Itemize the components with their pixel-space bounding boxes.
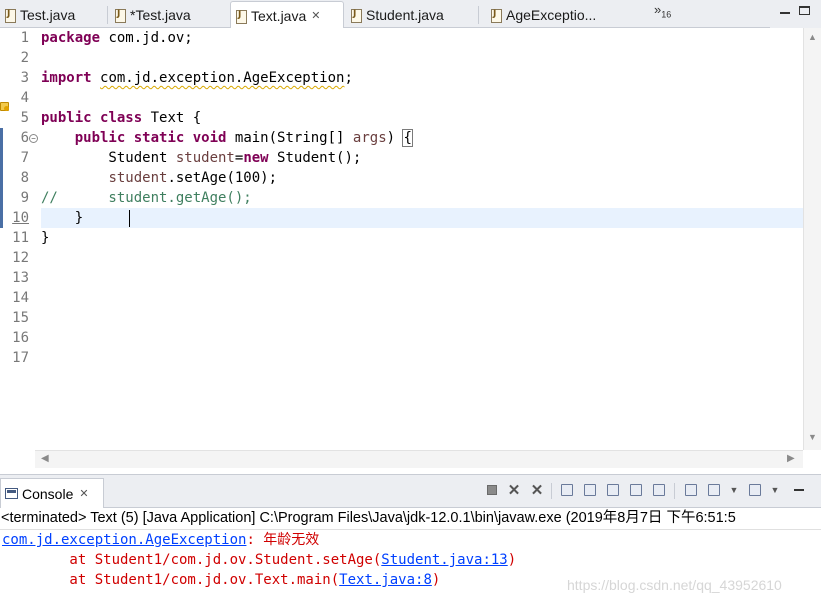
close-icon[interactable]: ✕ [79, 487, 88, 500]
tab-overflow-button[interactable]: »16 [654, 2, 671, 20]
exception-class-link[interactable]: com.jd.exception.AgeException [2, 532, 246, 548]
tab-label: Student.java [366, 7, 444, 23]
stack-trace-link[interactable]: Text.java:8 [339, 572, 432, 588]
java-file-icon [114, 8, 126, 23]
line-number-gutter: 1 2 3 4 5 6 7 8 9 10 11 12 13 14 15 16 1… [12, 28, 38, 450]
tab-separator [478, 6, 479, 24]
display-console-icon[interactable] [707, 483, 721, 497]
console-process-status: <terminated> Text (5) [Java Application]… [0, 508, 821, 530]
pin-console-icon[interactable] [684, 483, 698, 497]
maximize-icon[interactable] [799, 6, 810, 15]
scroll-down-icon[interactable]: ▼ [808, 432, 817, 442]
java-file-icon [4, 8, 16, 23]
tab-label: AgeExceptio... [506, 7, 597, 23]
line-number: 15 [12, 310, 29, 326]
java-file-icon [235, 9, 247, 24]
console-exception-line: com.jd.exception.AgeException: 年龄无效 [2, 530, 319, 550]
minimize-icon[interactable] [780, 12, 790, 14]
line-number: 11 [12, 230, 29, 246]
scroll-lock-icon[interactable] [583, 483, 597, 497]
stack-trace-line: at Student1/com.jd.ov.Text.main(Text.jav… [2, 572, 441, 588]
code-area[interactable]: package com.jd.ov; import com.jd.excepti… [41, 28, 803, 450]
line-number: 3 [20, 70, 29, 86]
close-icon[interactable]: ✕ [311, 9, 320, 22]
line-number: 17 [12, 350, 29, 366]
line-number: 9 [20, 190, 29, 206]
vertical-scrollbar[interactable]: ▲ ▼ [803, 28, 821, 450]
toolbar-separator [674, 483, 675, 499]
tab-test-java[interactable]: Test.java [4, 2, 106, 28]
stack-trace-line: at Student1/com.jd.ov.Student.setAge(Stu… [2, 552, 517, 568]
line-number: 6 [20, 130, 29, 146]
code-line-6: public static void main(String[] args) { [74, 129, 413, 147]
unused-import-warning: com.jd.exception.AgeException [100, 70, 345, 86]
horizontal-scrollbar[interactable]: ◀ ▶ [35, 450, 803, 468]
terminate-icon[interactable] [485, 483, 499, 497]
editor-window-controls [770, 0, 821, 28]
line-number: 5 [20, 110, 29, 126]
line-number: 12 [12, 250, 29, 266]
java-file-icon [490, 8, 502, 23]
toolbar-separator [551, 483, 552, 499]
word-wrap-icon[interactable] [606, 483, 620, 497]
code-line-1: package com.jd.ov; [41, 30, 193, 46]
fold-collapse-icon[interactable]: − [29, 134, 38, 143]
code-line-10: } [41, 210, 84, 226]
tab-test-java-dirty[interactable]: *Test.java [114, 2, 226, 28]
code-line-5: public class Text { [41, 110, 202, 126]
line-number: 4 [20, 90, 29, 106]
code-line-7: Student student=new Student(); [41, 150, 362, 166]
minimize-view-icon[interactable] [792, 483, 806, 497]
stack-trace-link[interactable]: Student.java:13 [381, 552, 507, 568]
clear-console-icon[interactable] [560, 483, 574, 497]
line-number: 1 [20, 30, 29, 46]
line-number-current: 10 [12, 210, 29, 226]
code-line-11: } [41, 230, 50, 246]
scroll-up-icon[interactable]: ▲ [808, 32, 817, 42]
chevron-down-icon[interactable]: ▼ [768, 483, 782, 497]
tab-label: *Test.java [130, 7, 191, 23]
editor-tab-bar: Test.java *Test.java Text.java ✕ Student… [0, 0, 821, 29]
line-number: 14 [12, 290, 29, 306]
line-number: 13 [12, 270, 29, 286]
code-line-3: import com.jd.exception.AgeException; [41, 70, 353, 86]
tab-label: Test.java [20, 7, 76, 23]
show-on-stderr-icon[interactable] [652, 483, 666, 497]
console-tab-label: Console [22, 485, 74, 502]
code-editor[interactable]: 1 2 3 4 5 6 7 8 9 10 11 12 13 14 15 16 1… [0, 28, 821, 468]
console-icon [5, 488, 18, 499]
line-number: 2 [20, 50, 29, 66]
tab-separator [107, 6, 108, 24]
remove-all-terminated-icon[interactable]: ✕ [530, 482, 544, 499]
tab-text-java[interactable]: Text.java ✕ [230, 1, 344, 29]
tab-console[interactable]: Console ✕ [0, 478, 104, 508]
tab-ageexception-java[interactable]: AgeExceptio... [490, 2, 620, 28]
scroll-right-icon[interactable]: ▶ [787, 453, 795, 464]
tab-overflow-count: 16 [661, 9, 672, 20]
line-number: 7 [20, 150, 29, 166]
java-file-icon [350, 8, 362, 23]
code-line-8: student.setAge(100); [108, 170, 278, 186]
watermark-text: https://blog.csdn.net/qq_43952610 [567, 577, 782, 593]
open-console-icon[interactable] [748, 483, 762, 497]
matching-bracket: { [402, 129, 413, 147]
text-caret [129, 210, 130, 227]
console-view-header: Console ✕ ✕ ✕ ▼ ▼ [0, 474, 821, 508]
remove-launch-icon[interactable]: ✕ [507, 482, 521, 499]
line-number: 16 [12, 330, 29, 346]
chevron-down-icon[interactable]: ▼ [727, 483, 741, 497]
tab-student-java[interactable]: Student.java [350, 2, 476, 28]
console-output[interactable]: com.jd.exception.AgeException: 年龄无效 at S… [0, 530, 821, 605]
scroll-left-icon[interactable]: ◀ [41, 453, 49, 464]
code-line-9: // student.getAge(); [41, 190, 252, 206]
tab-label: Text.java [251, 7, 307, 24]
exception-message: : 年龄无效 [246, 532, 320, 548]
current-line-highlight [41, 208, 803, 228]
line-number: 8 [20, 170, 29, 186]
show-on-stdout-icon[interactable] [629, 483, 643, 497]
